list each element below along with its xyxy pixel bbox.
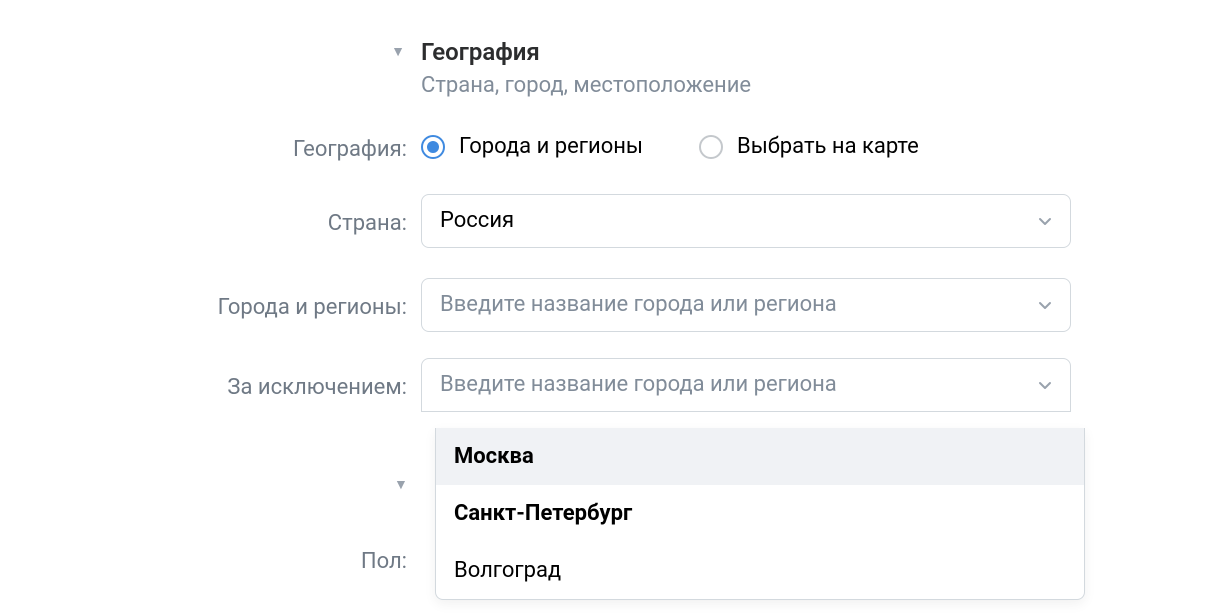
- country-select[interactable]: Россия: [421, 194, 1071, 248]
- exclude-placeholder: Введите название города или региона: [440, 371, 837, 399]
- chevron-down-icon: [1036, 376, 1054, 394]
- section-title: География: [421, 38, 1081, 66]
- field-country: Россия: [421, 194, 1081, 248]
- dropdown-option-volgograd[interactable]: Волгоград: [436, 542, 1084, 599]
- exclude-dropdown: Москва Санкт-Петербург Волгоград: [435, 428, 1085, 600]
- row-country: Страна: Россия: [0, 194, 1208, 248]
- cities-regions-input[interactable]: Введите название города или региона: [421, 278, 1071, 332]
- field-cities-regions: Введите название города или региона: [421, 278, 1081, 332]
- radio-cities-label: Города и регионы: [459, 133, 643, 161]
- chevron-down-icon: [1036, 212, 1054, 230]
- section-header: ▼ География Страна, город, местоположени…: [0, 38, 1208, 100]
- label-gender: Пол:: [0, 542, 421, 576]
- section-caret-col: ▼: [0, 38, 421, 66]
- row-exclude: За исключением: Введите название города …: [0, 358, 1208, 412]
- country-value: Россия: [440, 207, 514, 235]
- radio-select-on-map[interactable]: Выбрать на карте: [699, 133, 919, 161]
- chevron-down-icon[interactable]: ▼: [391, 38, 405, 66]
- row-geography: География: Города и регионы Выбрать на к…: [0, 130, 1208, 164]
- label-exclude: За исключением:: [0, 368, 421, 402]
- cities-regions-placeholder: Введите название города или региона: [440, 291, 837, 319]
- radio-icon: [699, 135, 723, 159]
- label-cities-regions: Города и регионы:: [0, 288, 421, 322]
- section-header-text: География Страна, город, местоположение: [421, 38, 1081, 100]
- label-geography: География:: [0, 130, 421, 164]
- dropdown-option-spb[interactable]: Санкт-Петербург: [436, 485, 1084, 542]
- radio-map-label: Выбрать на карте: [737, 133, 919, 161]
- exclude-input[interactable]: Введите название города или региона: [421, 358, 1071, 412]
- field-exclude: Введите название города или региона: [421, 358, 1081, 412]
- radio-icon: [421, 135, 445, 159]
- field-geography: Города и регионы Выбрать на карте: [421, 133, 1081, 161]
- section-subtitle: Страна, город, местоположение: [421, 72, 1081, 100]
- chevron-down-icon[interactable]: ▼: [394, 476, 408, 493]
- dropdown-option-moscow[interactable]: Москва: [436, 428, 1084, 485]
- geography-radios: Города и регионы Выбрать на карте: [421, 133, 1081, 161]
- radio-cities-regions[interactable]: Города и регионы: [421, 133, 643, 161]
- row-cities-regions: Города и регионы: Введите название город…: [0, 278, 1208, 332]
- label-country: Страна:: [0, 204, 421, 238]
- chevron-down-icon: [1036, 296, 1054, 314]
